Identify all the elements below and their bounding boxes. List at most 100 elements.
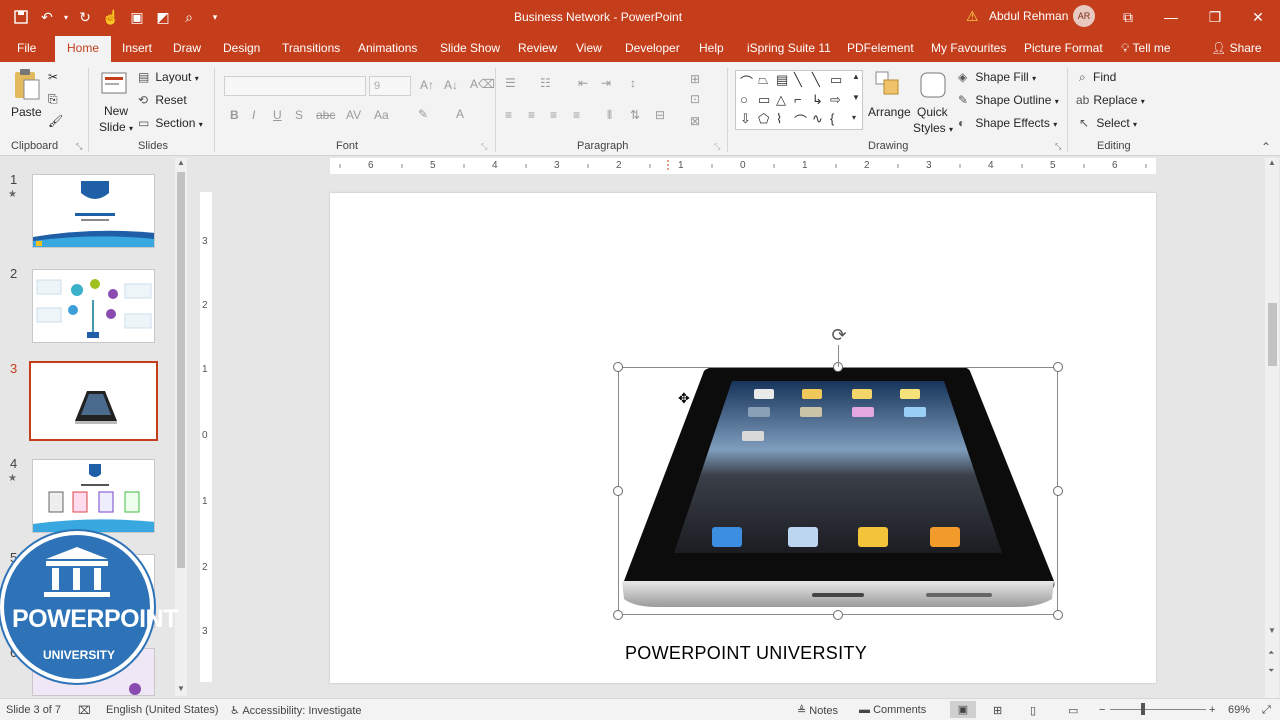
bold-icon[interactable]: B	[230, 108, 239, 122]
tab-animations[interactable]: Animations	[358, 41, 417, 55]
scroll-down-icon[interactable]: ▼	[1268, 626, 1276, 635]
collapse-ribbon-icon[interactable]: ⌃	[1261, 140, 1271, 154]
new-slide-icon[interactable]	[101, 70, 131, 100]
zoom-slider[interactable]	[1110, 709, 1206, 710]
undo-dropdown-icon[interactable]: ▾	[62, 7, 70, 27]
shape-triangle-icon[interactable]: △	[776, 92, 786, 108]
ribbon-display-options-icon[interactable]: ⧉	[1117, 6, 1139, 28]
replace-button[interactable]: ab Replace ▾	[1076, 93, 1145, 107]
notes-button[interactable]: ≜ Notes	[797, 704, 838, 717]
slide-thumbnail-3-selected[interactable]	[29, 361, 158, 441]
tab-my-favourites[interactable]: My Favourites	[931, 41, 1006, 55]
shape-line-icon[interactable]: ╲	[794, 72, 802, 88]
slide-thumbnail-4[interactable]	[32, 459, 155, 533]
tab-help[interactable]: Help	[699, 41, 724, 55]
zoom-out-icon[interactable]: −	[1099, 704, 1105, 716]
increase-indent-icon[interactable]: ⇥	[601, 76, 611, 90]
strikethrough-icon[interactable]: abc	[316, 108, 335, 122]
font-name-field[interactable]	[224, 76, 366, 96]
zoom-level[interactable]: 69%	[1228, 704, 1250, 716]
shape-elbow-arrow-icon[interactable]: ↳	[812, 92, 823, 108]
shadow-icon[interactable]: S	[295, 108, 303, 122]
format-painter-icon[interactable]: 🖌︎	[48, 114, 63, 128]
shape-arrow-right-icon[interactable]: ⇨	[830, 92, 841, 108]
underline-icon[interactable]: U	[273, 108, 282, 122]
shape-textbox-icon[interactable]: ▤	[776, 72, 788, 88]
warning-icon[interactable]: ⚠	[966, 8, 979, 25]
rotate-handle-icon[interactable]: ⟳	[829, 325, 849, 345]
shape-rectangle-icon[interactable]: ▭	[758, 92, 770, 108]
save-icon[interactable]	[10, 7, 32, 27]
shape-freeform-icon[interactable]: ⌇	[776, 111, 782, 127]
tab-picture-format[interactable]: Picture Format	[1024, 41, 1103, 55]
resize-handle-top-left[interactable]	[613, 362, 623, 372]
slide-thumbnail-2[interactable]	[32, 269, 155, 343]
slide-counter[interactable]: Slide 3 of 7	[6, 704, 61, 716]
font-color-icon[interactable]: A	[456, 107, 464, 121]
columns-icon[interactable]: ⫴	[607, 108, 612, 123]
fit-slide-icon[interactable]: ⤢	[1262, 704, 1271, 717]
tab-slide-show[interactable]: Slide Show	[440, 41, 500, 55]
language-indicator[interactable]: English (United States)	[106, 704, 219, 716]
tab-draw[interactable]: Draw	[173, 41, 201, 55]
shape-trapezoid-icon[interactable]: ⏢	[758, 72, 768, 88]
touch-mode-icon[interactable]: ☝	[100, 7, 122, 27]
find-button[interactable]: ⌕ Find	[1079, 70, 1116, 85]
gallery-scroll-up-icon[interactable]: ▲	[852, 72, 860, 81]
resize-handle-bottom[interactable]	[833, 610, 843, 620]
shape-curve-icon[interactable]: ⌒	[740, 72, 753, 91]
scroll-up-icon[interactable]: ▲	[1268, 158, 1276, 167]
layout-button[interactable]: ▤ Layout ▾	[138, 70, 199, 84]
tab-insert[interactable]: Insert	[122, 41, 152, 55]
shape-pentagon-icon[interactable]: ⬠	[758, 111, 769, 127]
shape-curve-icon[interactable]: ∿	[812, 111, 823, 127]
line-spacing-icon[interactable]: ↕	[630, 76, 636, 90]
bullets-icon[interactable]: ☰	[505, 76, 516, 90]
slideshow-view-icon[interactable]: ▭	[1068, 704, 1078, 717]
character-spacing-icon[interactable]: AV	[346, 108, 361, 122]
shape-elbow-icon[interactable]: ⌐	[794, 92, 802, 107]
align-right-icon[interactable]: ≡	[550, 108, 557, 122]
resize-handle-bottom-left[interactable]	[613, 610, 623, 620]
resize-handle-left[interactable]	[613, 486, 623, 496]
shape-rectangle-icon[interactable]: ▭	[830, 72, 842, 88]
avatar[interactable]: AR	[1073, 5, 1095, 27]
align-center-icon[interactable]: ≡	[528, 108, 535, 122]
slide-caption[interactable]: POWERPOINT UNIVERSITY	[625, 643, 867, 664]
resize-handle-right[interactable]	[1053, 486, 1063, 496]
shape-fill-button[interactable]: ◈ Shape Fill ▾	[958, 70, 1036, 84]
tab-file[interactable]: File	[17, 41, 36, 55]
align-left-icon[interactable]: ≡	[505, 108, 512, 122]
customize-qat-icon[interactable]: ▾	[204, 7, 226, 27]
justify-icon[interactable]: ≡	[573, 108, 580, 122]
paste-icon[interactable]	[12, 68, 42, 100]
shape-outline-button[interactable]: ✎ Shape Outline ▾	[958, 93, 1059, 107]
slide-sorter-icon[interactable]: ⊞	[993, 704, 1002, 717]
gallery-expand-icon[interactable]: ▾	[852, 113, 856, 122]
align-text-icon[interactable]: ⊟	[655, 108, 665, 122]
tab-view[interactable]: View	[576, 41, 602, 55]
select-button[interactable]: ↖ Select ▾	[1079, 116, 1137, 130]
drawing-launcher-icon[interactable]: ⤡	[1055, 142, 1061, 152]
reading-view-icon[interactable]: ▯	[1030, 704, 1036, 717]
new-slide-label[interactable]: New	[104, 104, 128, 118]
paste-button[interactable]: Paste	[11, 105, 42, 119]
slide-thumbnail-1[interactable]	[32, 174, 155, 248]
arrange-icon[interactable]	[874, 70, 904, 100]
new-slide-dropdown[interactable]: Slide ▾	[99, 120, 133, 134]
scrollbar-thumb[interactable]	[177, 172, 185, 568]
shape-arrow-down-icon[interactable]: ⇩	[740, 111, 751, 127]
normal-view-icon[interactable]: ▣	[950, 701, 976, 718]
tell-me-search[interactable]: 💡︎ Tell me	[1121, 41, 1171, 56]
tab-pdfelement[interactable]: PDFelement	[847, 41, 914, 55]
shape-oval-icon[interactable]: ○	[740, 92, 748, 107]
reset-button[interactable]: ⟲ Reset	[138, 93, 187, 107]
resize-handle-bottom-right[interactable]	[1053, 610, 1063, 620]
paragraph-launcher-icon[interactable]: ⤡	[714, 142, 720, 152]
change-case-icon[interactable]: Aa	[374, 108, 389, 122]
screenshot-icon[interactable]: ◩	[152, 7, 174, 27]
quick-styles-icon[interactable]	[918, 70, 948, 100]
section-button[interactable]: ▭ Section ▾	[138, 116, 203, 130]
shape-arc-icon[interactable]: ⌒	[794, 111, 807, 130]
convert-smartart-icon[interactable]: ⊞	[690, 72, 700, 86]
